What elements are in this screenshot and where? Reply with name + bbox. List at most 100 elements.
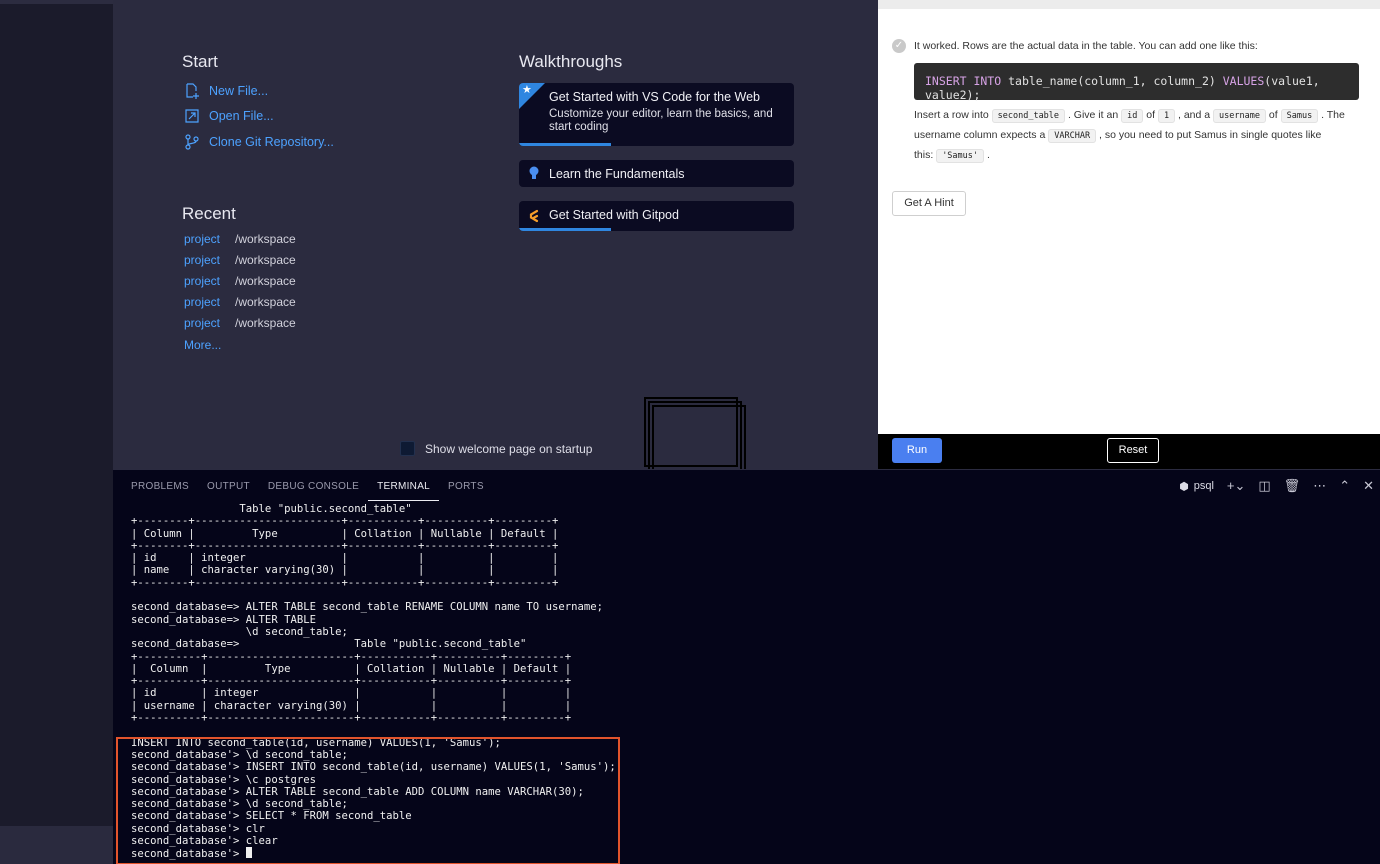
code-keyword: VALUES [1222,74,1265,88]
action-bar: Run Reset [878,434,1380,469]
tab-debug-console[interactable]: DEBUG CONSOLE [259,470,368,501]
recent-item-name: project [184,274,221,288]
reset-button[interactable]: Reset [1107,438,1159,463]
terminal-line: | id | integer | | | | [131,687,572,700]
gitpod-icon [529,209,539,223]
more-recent-link[interactable]: More... [184,338,221,352]
terminal-line: +----------+-----------------------+----… [131,675,572,688]
recent-item-path: /workspace [235,295,296,309]
instruction-fragment: , and a [1178,109,1211,121]
sidebar-bottom-bar [0,826,113,864]
recent-item-name: project [184,295,221,309]
terminal-line: +--------+-----------------------+------… [131,515,559,528]
open-file-icon [185,109,199,123]
show-on-startup-label: Show welcome page on startup [425,441,593,456]
instruction-fragment: . Give it an [1067,109,1119,121]
trash-icon[interactable]: 🗑 [1284,478,1301,494]
terminal-line: | Column | Type | Collation | Nullable |… [131,527,559,540]
panel-header-strip [878,0,1380,9]
recent-item-name: project [184,316,221,330]
new-file-icon [186,83,199,99]
terminal-line: | name | character varying(30) | | | | [131,564,559,577]
terminal-line: Table "public.second_table" [131,503,412,515]
recent-heading: Recent [182,204,236,223]
terminal-selector[interactable]: ⬢ psql [1179,480,1214,493]
inline-code: second_table [991,109,1066,123]
recent-item[interactable]: project/workspace [184,253,296,267]
split-terminal-icon[interactable]: ◫ [1258,478,1270,494]
instruction-fragment: Insert a row into [914,109,989,121]
tab-terminal[interactable]: TERMINAL [368,470,440,501]
walkthrough-title: Get Started with Gitpod [549,208,679,222]
recent-item-path: /workspace [235,316,296,330]
walkthrough-gitpod[interactable]: Get Started with Gitpod [519,201,794,231]
success-message: It worked. Rows are the actual data in t… [914,40,1258,52]
sidebar-top-bar [0,0,113,4]
get-hint-button[interactable]: Get A Hint [892,191,966,216]
git-branch-icon [185,134,199,150]
instruction-fragment: this: [914,149,934,161]
instruction-fragment: of [1146,109,1156,121]
recent-item[interactable]: project/workspace [184,295,296,309]
tab-problems[interactable]: PROBLEMS [113,470,198,501]
code-text: table_name(column_1, column_2) [1001,74,1223,88]
recent-item[interactable]: project/workspace [184,232,296,246]
clone-repo-link[interactable]: Clone Git Repository... [183,133,334,151]
code-example: INSERT INTO table_name(column_1, column_… [914,63,1359,102]
instruction-fragment: username column expects a [914,129,1046,141]
tab-ports[interactable]: PORTS [439,470,493,501]
walkthrough-progress [519,228,611,231]
inline-code: 'Samus' [936,149,985,163]
maximize-panel-icon[interactable]: ⌃ [1339,478,1350,494]
walkthrough-progress [519,143,611,146]
terminal-line: | id | integer | | | | [131,552,559,565]
terminal-shell-icon: ⬢ [1179,480,1189,493]
welcome-page: Start New File... Open File... Clone Git… [113,0,878,475]
close-panel-icon[interactable]: ✕ [1363,478,1374,494]
terminal-line: +----------+-----------------------+----… [131,712,572,725]
walkthroughs-heading: Walkthroughs [519,52,623,71]
checkmark-icon: ✓ [892,39,906,53]
terminal-line: | username | character varying(30) | | |… [131,699,572,712]
run-button[interactable]: Run [892,438,942,463]
terminal-line: +--------+-----------------------+------… [131,539,559,552]
decorative-frame [652,405,746,475]
bottom-panel: PROBLEMS OUTPUT DEBUG CONSOLE TERMINAL P… [113,469,1380,864]
annotation-highlight-box [116,737,620,864]
tab-output[interactable]: OUTPUT [198,470,259,501]
recent-item-name: project [184,253,221,267]
more-actions-icon[interactable]: ⋯ [1313,478,1326,494]
recent-item-path: /workspace [235,274,296,288]
instruction-fragment: . [986,149,990,161]
walkthrough-vscode-web[interactable]: ★ Get Started with VS Code for the Web C… [519,83,794,146]
show-on-startup-checkbox[interactable] [400,441,415,456]
recent-item-name: project [184,232,221,246]
terminal-line: second_database=> ALTER TABLE [131,613,316,626]
lightbulb-icon [529,166,539,179]
instruction-fragment: . The [1321,109,1345,121]
new-terminal-icon[interactable]: +⌄ [1227,478,1245,494]
open-file-label: Open File... [209,109,274,123]
instruction-fragment: , so you need to put Samus in single quo… [1099,129,1322,141]
recent-item[interactable]: project/workspace [184,274,296,288]
terminal-line: +----------+-----------------------+----… [131,650,572,663]
inline-code: VARCHAR [1048,129,1097,143]
terminal-line: \d second_table; [131,625,348,638]
terminal-line: | Column | Type | Collation | Nullable |… [131,662,572,675]
walkthrough-title: Get Started with VS Code for the Web [549,90,760,104]
recent-item-path: /workspace [235,232,296,246]
show-on-startup[interactable]: Show welcome page on startup [400,441,592,456]
walkthrough-fundamentals[interactable]: Learn the Fundamentals [519,160,794,187]
start-heading: Start [182,52,218,71]
open-file-link[interactable]: Open File... [183,107,274,125]
terminal-line: second_database=> ALTER TABLE second_tab… [131,601,603,614]
walkthrough-description: Customize your editor, learn the basics,… [549,108,773,133]
inline-code: Samus [1280,109,1319,123]
walkthrough-title: Learn the Fundamentals [549,167,685,181]
recent-item[interactable]: project/workspace [184,316,296,330]
new-file-link[interactable]: New File... [183,82,268,100]
app-window: Start New File... Open File... Clone Git… [0,0,1380,864]
terminal-line: second_database=> Table "public.second_t… [131,638,527,651]
inline-code: username [1213,109,1266,123]
